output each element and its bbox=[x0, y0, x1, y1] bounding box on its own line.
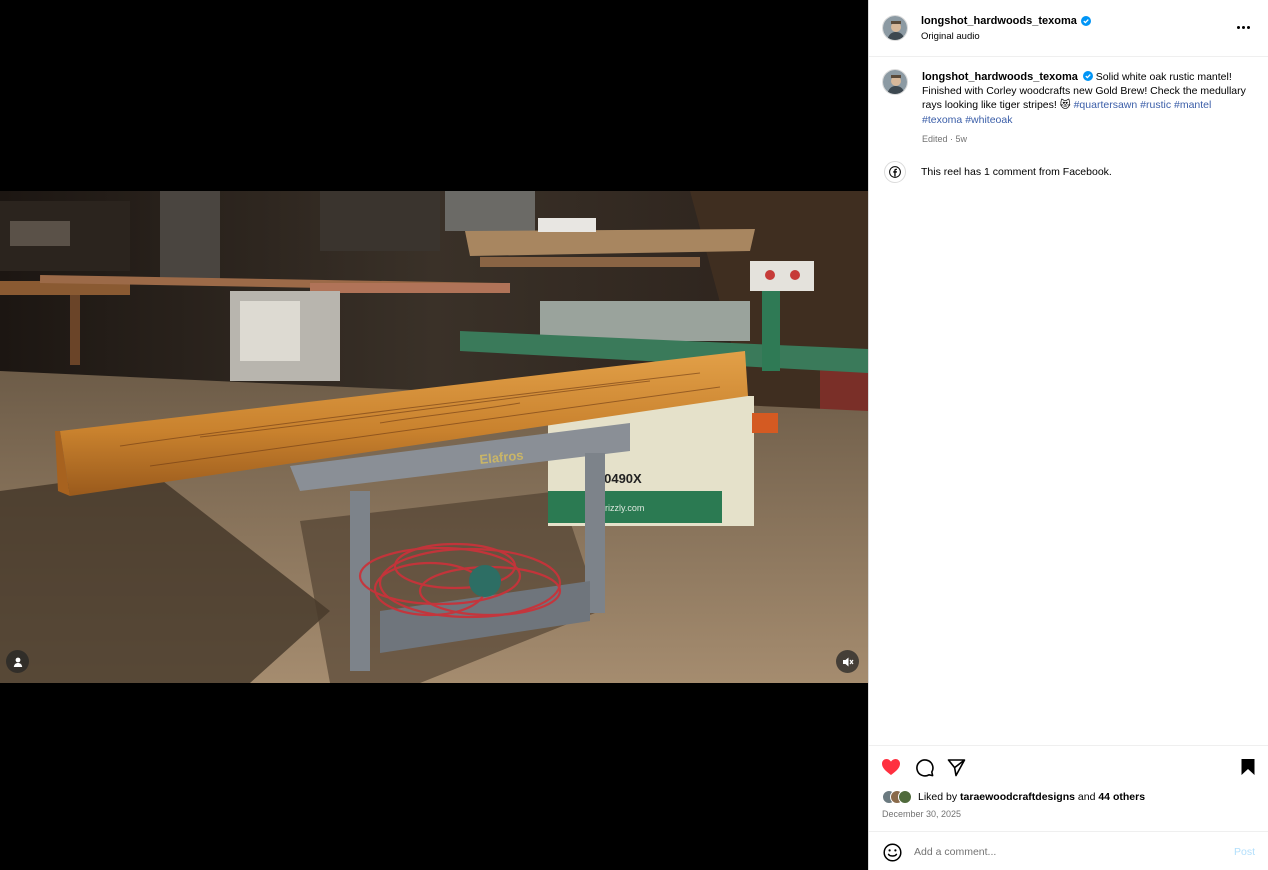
post-side-panel: longshot_hardwoods_texoma Original audio… bbox=[868, 0, 1268, 870]
liked-and-text: and bbox=[1074, 791, 1099, 803]
emoji-button[interactable] bbox=[881, 841, 903, 863]
avatar-image bbox=[883, 16, 907, 40]
post-comment-button[interactable]: Post bbox=[1234, 846, 1255, 858]
mute-toggle-button[interactable] bbox=[836, 650, 859, 673]
hashtag-link[interactable]: #mantel bbox=[1174, 99, 1211, 111]
share-button[interactable] bbox=[945, 756, 967, 778]
caption-author-avatar[interactable] bbox=[882, 69, 908, 95]
avatar-image bbox=[883, 70, 907, 94]
audio-link[interactable]: Original audio bbox=[921, 31, 980, 42]
post-date: December 30, 2025 bbox=[882, 809, 962, 819]
liker-avatars bbox=[882, 790, 912, 804]
engagement-section: Liked by taraewoodcraftdesigns and 44 ot… bbox=[869, 745, 1268, 831]
verified-badge-icon bbox=[1082, 71, 1093, 81]
more-options-button[interactable] bbox=[1233, 18, 1253, 36]
post-header: longshot_hardwoods_texoma Original audio bbox=[869, 0, 1268, 57]
caption-username[interactable]: longshot_hardwoods_texoma bbox=[922, 71, 1078, 83]
facebook-comment-note[interactable]: This reel has 1 comment from Facebook. bbox=[869, 158, 1268, 186]
comment-button[interactable] bbox=[913, 756, 935, 778]
hashtag-link[interactable]: #texoma bbox=[922, 114, 962, 126]
media-pane: G0490X grizzly.com Elafros bbox=[0, 0, 868, 870]
save-button[interactable] bbox=[1237, 756, 1259, 778]
like-button[interactable] bbox=[880, 756, 902, 778]
person-icon bbox=[13, 657, 22, 667]
dot-icon bbox=[1246, 25, 1250, 29]
hashtag-link[interactable]: #whiteoak bbox=[965, 114, 1012, 126]
liker-username-link[interactable]: taraewoodcraftdesigns bbox=[960, 791, 1075, 803]
author-avatar[interactable] bbox=[882, 15, 908, 41]
smiley-icon bbox=[882, 842, 902, 862]
likes-summary: Liked by taraewoodcraftdesigns and 44 ot… bbox=[882, 790, 1145, 804]
liker-avatar bbox=[898, 790, 912, 804]
reel-video[interactable]: G0490X grizzly.com Elafros bbox=[0, 191, 868, 683]
machine-brand-label: grizzly.com bbox=[600, 503, 644, 513]
others-likes-link[interactable]: 44 others bbox=[1098, 791, 1145, 803]
add-comment-bar: Post bbox=[869, 831, 1268, 870]
dot-icon bbox=[1236, 25, 1240, 29]
comment-input[interactable] bbox=[914, 842, 1214, 862]
reel-frame-illustration: G0490X grizzly.com Elafros bbox=[0, 191, 868, 683]
hashtag-link[interactable]: #quartersawn bbox=[1074, 99, 1138, 111]
liked-by-prefix: Liked by bbox=[918, 791, 961, 803]
paper-plane-icon bbox=[947, 758, 965, 776]
caption-text-block: longshot_hardwoods_texoma Solid white oa… bbox=[922, 70, 1252, 127]
author-username[interactable]: longshot_hardwoods_texoma bbox=[921, 15, 1077, 27]
speaker-muted-icon bbox=[842, 657, 853, 666]
facebook-icon bbox=[884, 161, 906, 183]
dot-icon bbox=[1241, 25, 1245, 29]
facebook-comment-text: This reel has 1 comment from Facebook. bbox=[921, 166, 1112, 178]
heart-filled-icon bbox=[882, 759, 900, 775]
caption-meta: Edited · 5w bbox=[922, 134, 968, 144]
tagged-people-button[interactable] bbox=[6, 650, 29, 673]
speech-bubble-icon bbox=[915, 758, 934, 777]
verified-badge-icon bbox=[1080, 16, 1091, 26]
hashtag-link[interactable]: #rustic bbox=[1140, 99, 1171, 111]
bookmark-filled-icon bbox=[1241, 759, 1255, 775]
